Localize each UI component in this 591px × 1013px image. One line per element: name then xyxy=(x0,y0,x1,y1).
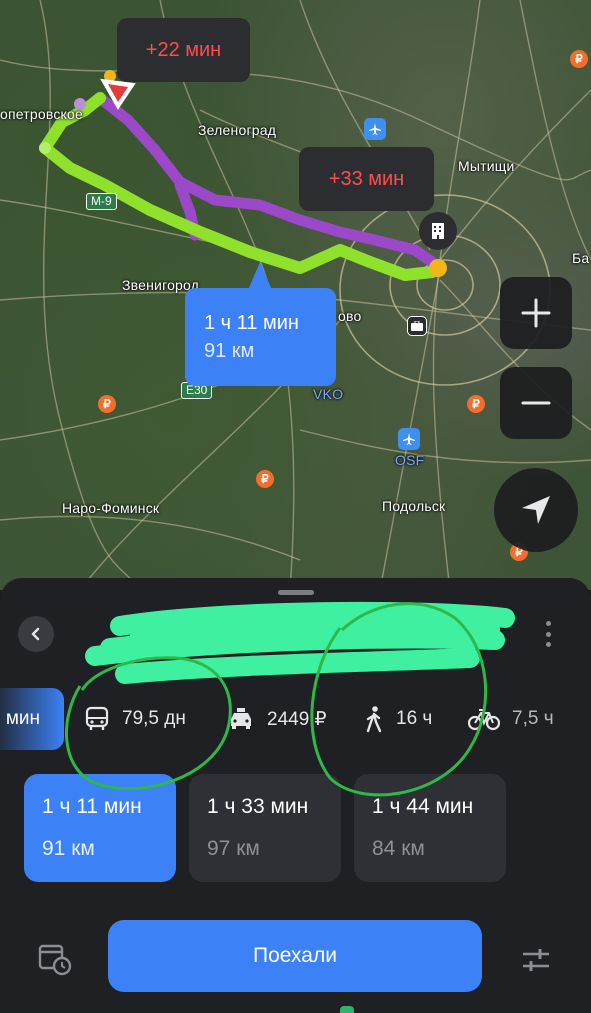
bicycle-icon xyxy=(468,707,500,731)
route-duration: 1 ч 11 мин xyxy=(42,795,142,818)
taxi-icon xyxy=(227,707,255,731)
route-title[interactable]: К xyxy=(82,620,522,690)
transport-mode-bar: 1 мин 79,5 дн 2449 ₽ 16 ч 7,5 ч xyxy=(0,688,591,750)
sheet-grabber[interactable] xyxy=(278,590,314,595)
alt-route-delay-text: +33 мин xyxy=(328,167,405,190)
mode-transit-tab[interactable]: 79,5 дн xyxy=(84,688,186,750)
home-indicator xyxy=(340,1006,354,1013)
route-option-card[interactable]: 1 ч 44 мин 84 км xyxy=(354,774,506,882)
ruble-pin-icon[interactable]: ₽ xyxy=(256,470,274,488)
main-route-distance: 91 км xyxy=(204,340,255,362)
airport-label-osf: OSF xyxy=(395,452,425,468)
alt-route-delay-badge[interactable]: +22 мин xyxy=(117,18,250,82)
dot xyxy=(545,621,551,626)
mode-bike-time: 7,5 ч xyxy=(512,708,554,729)
main-route-time: 1 ч 11 мин xyxy=(204,312,299,334)
minus-icon xyxy=(521,401,551,405)
route-distance: 91 км xyxy=(42,837,95,860)
mode-car-time: 1 мин xyxy=(0,708,41,729)
route-title-text: К xyxy=(102,642,113,662)
mode-taxi-price: 2449 ₽ xyxy=(267,708,327,730)
ruble-pin-icon[interactable]: ₽ xyxy=(570,50,588,68)
route-sheet: К 1 мин 79,5 дн 2449 ₽ 16 ч xyxy=(0,578,591,1013)
city-label-balashikha: Ба xyxy=(572,250,590,266)
go-button[interactable]: Поехали xyxy=(108,920,482,992)
building-icon[interactable] xyxy=(419,212,457,250)
my-location-button[interactable] xyxy=(494,468,578,552)
alt-route-delay-badge[interactable]: +33 мин xyxy=(299,147,434,211)
briefcase-icon xyxy=(407,316,427,336)
ruble-pin-icon[interactable]: ₽ xyxy=(98,395,116,413)
city-label-podolsk: Подольск xyxy=(382,498,446,514)
mode-transit-time: 79,5 дн xyxy=(122,708,186,729)
location-arrow-icon xyxy=(522,496,550,524)
city-label-novopetrovskoe: опетровское xyxy=(0,106,84,122)
city-label-naro-fominsk: Наро-Фоминск xyxy=(62,500,160,516)
city-label-mytishchi: Мытищи xyxy=(458,158,515,174)
go-button-label: Поехали xyxy=(253,944,337,967)
route-duration: 1 ч 33 мин xyxy=(207,795,309,818)
plus-icon xyxy=(521,298,551,328)
zoom-out-button[interactable] xyxy=(500,367,572,439)
more-options-button[interactable] xyxy=(540,618,556,650)
ruble-pin-icon[interactable]: ₽ xyxy=(467,395,485,413)
mode-walk-tab[interactable]: 16 ч xyxy=(364,688,432,750)
chevron-left-icon xyxy=(31,627,40,641)
mode-walk-time: 16 ч xyxy=(396,708,433,729)
schedule-button[interactable] xyxy=(38,942,72,976)
mode-bike-tab[interactable]: 7,5 ч xyxy=(468,688,554,750)
alt-route-delay-text: +22 мин xyxy=(145,38,222,61)
main-route-badge[interactable]: 1 ч 11 мин 91 км xyxy=(185,288,336,386)
dot xyxy=(545,642,551,647)
route-distance: 97 км xyxy=(207,837,260,860)
airport-icon xyxy=(398,428,420,450)
mode-car-tab[interactable]: 1 мин xyxy=(0,688,64,750)
route-distance: 84 км xyxy=(372,837,425,860)
back-button[interactable] xyxy=(18,616,54,652)
city-label-vnukovo: ово xyxy=(338,308,362,324)
road-tag-m9: М-9 xyxy=(86,193,117,210)
airport-icon xyxy=(364,118,386,140)
route-duration: 1 ч 44 мин xyxy=(372,795,474,818)
zoom-in-button[interactable] xyxy=(500,277,572,349)
route-option-card[interactable]: 1 ч 11 мин 91 км xyxy=(24,774,176,882)
route-option-card[interactable]: 1 ч 33 мин 97 км xyxy=(189,774,341,882)
walking-person-icon xyxy=(364,705,384,733)
city-label-zelenograd: Зеленоград xyxy=(198,122,277,138)
mode-taxi-tab[interactable]: 2449 ₽ xyxy=(227,688,327,750)
calendar-clock-icon xyxy=(38,944,72,976)
bus-icon xyxy=(84,706,110,732)
airport-label-vko: VKO xyxy=(313,386,344,402)
sliders-icon xyxy=(523,949,549,971)
route-settings-button[interactable] xyxy=(520,944,552,976)
map-view[interactable]: опетровское Зеленоград Мытищи Звенигород… xyxy=(0,0,591,590)
bubble-pointer xyxy=(248,262,272,290)
dot xyxy=(545,631,551,637)
